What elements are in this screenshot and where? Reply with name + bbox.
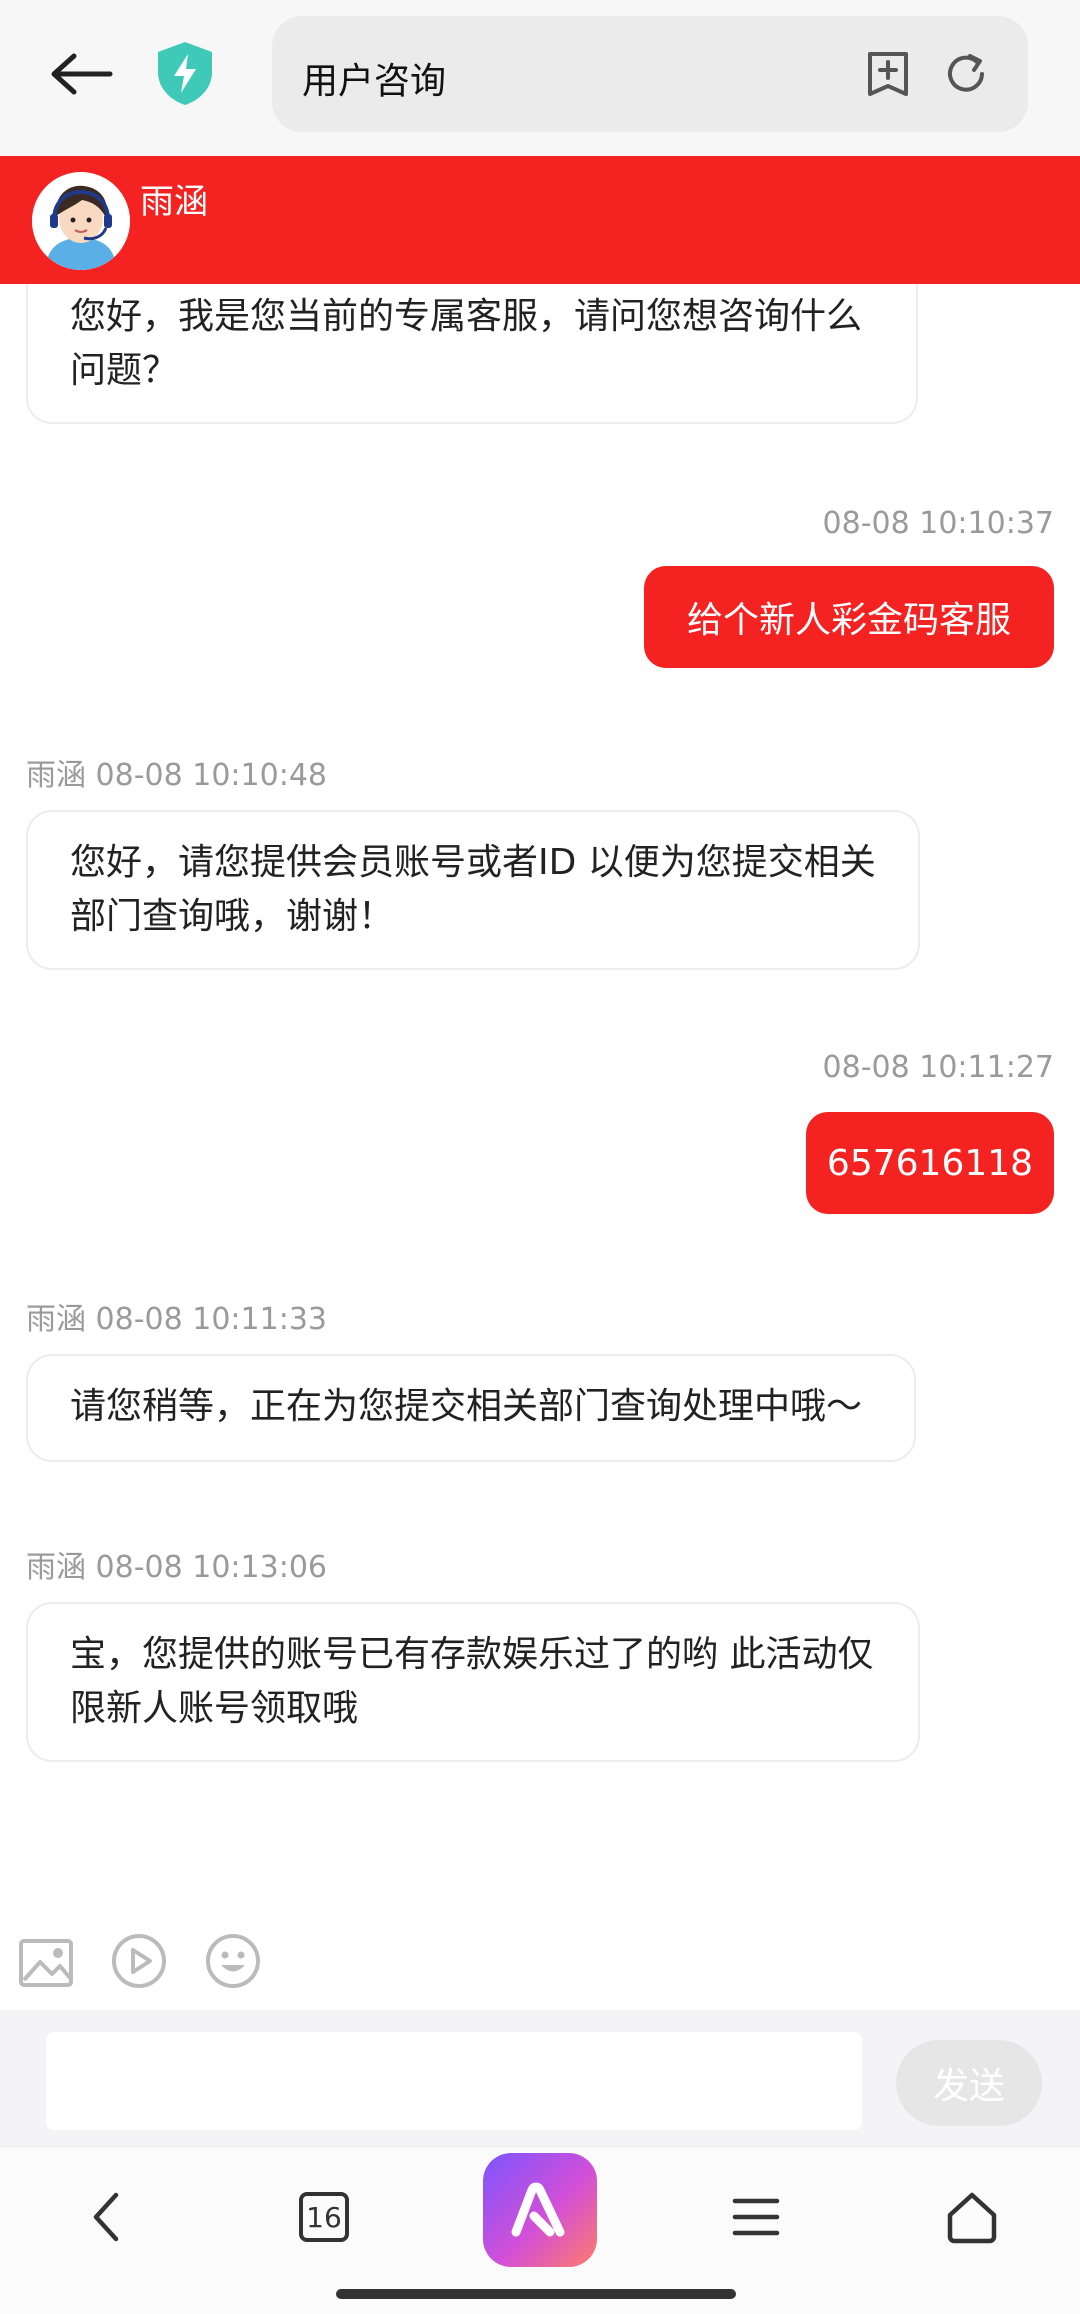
nav-back-icon[interactable] xyxy=(66,2177,146,2257)
user-message: 给个新人彩金码客服 xyxy=(644,566,1054,668)
image-icon[interactable] xyxy=(18,1938,76,1996)
message-list[interactable]: 您好，我是您当前的专属客服，请问您想咨询什么问题？ 08-08 10:10:37… xyxy=(0,284,1080,1924)
message-text: 给个新人彩金码客服 xyxy=(686,600,1011,641)
composer-tools xyxy=(0,1924,1080,2010)
message-timestamp: 08-08 10:11:33 xyxy=(95,1302,327,1337)
agent-avatar xyxy=(32,172,130,270)
message-timestamp: 08-08 10:10:48 xyxy=(95,758,327,793)
add-bookmark-icon[interactable] xyxy=(862,48,914,100)
home-icon[interactable] xyxy=(932,2177,1012,2257)
menu-icon[interactable] xyxy=(716,2177,796,2257)
chat-header: 雨涵 xyxy=(0,156,1080,284)
message-meta: 雨涵 08-08 10:10:48 xyxy=(26,750,327,794)
agent-name: 雨涵 xyxy=(140,182,208,222)
back-arrow-icon[interactable] xyxy=(44,36,120,112)
tab-count: 16 xyxy=(299,2192,349,2242)
refresh-icon[interactable] xyxy=(940,48,992,100)
browser-top-bar: 用户咨询 xyxy=(0,0,1080,156)
send-button[interactable]: 发送 xyxy=(896,2040,1042,2126)
gesture-home-indicator[interactable] xyxy=(336,2289,736,2299)
ai-assistant-button[interactable] xyxy=(483,2153,597,2267)
message-meta: 雨涵 08-08 10:11:33 xyxy=(26,1294,327,1338)
message-timestamp: 08-08 10:11:27 xyxy=(822,1050,1054,1085)
message-composer: 发送 xyxy=(0,2010,1080,2146)
tabs-button[interactable]: 16 xyxy=(284,2177,364,2257)
message-text: 请您稍等，正在为您提交相关部门查询处理中哦～ xyxy=(70,1386,863,1427)
address-bar[interactable]: 用户咨询 xyxy=(272,16,1028,132)
message-input[interactable] xyxy=(46,2032,862,2130)
message-timestamp: 08-08 10:13:06 xyxy=(95,1550,327,1585)
agent-message: 您好，请您提供会员账号或者ID 以便为您提交相关部门查询哦，谢谢！ xyxy=(26,810,920,970)
video-icon[interactable] xyxy=(110,1932,168,1990)
security-shield-icon[interactable] xyxy=(150,38,220,108)
agent-message: 宝，您提供的账号已有存款娱乐过了的哟 此活动仅限新人账号领取哦 xyxy=(26,1602,920,1762)
sender-name: 雨涵 xyxy=(26,758,86,793)
message-text: 宝，您提供的账号已有存款娱乐过了的哟 此活动仅限新人账号领取哦 xyxy=(70,1634,874,1729)
browser-bottom-nav: 16 xyxy=(0,2146,1080,2314)
message-meta: 雨涵 08-08 10:13:06 xyxy=(26,1542,327,1586)
agent-message: 您好，我是您当前的专属客服，请问您想咨询什么问题？ xyxy=(26,284,918,424)
message-text: 您好，请您提供会员账号或者ID 以便为您提交相关部门查询哦，谢谢！ xyxy=(70,842,876,937)
user-message: 657616118 xyxy=(806,1112,1054,1214)
message-text: 657616118 xyxy=(826,1142,1034,1184)
page-title: 用户咨询 xyxy=(302,61,447,102)
message-timestamp: 08-08 10:10:37 xyxy=(822,506,1054,541)
agent-message: 请您稍等，正在为您提交相关部门查询处理中哦～ xyxy=(26,1354,916,1462)
sender-name: 雨涵 xyxy=(26,1302,86,1337)
sender-name: 雨涵 xyxy=(26,1550,86,1585)
emoji-icon[interactable] xyxy=(204,1932,262,1990)
message-text: 您好，我是您当前的专属客服，请问您想咨询什么问题？ xyxy=(70,296,863,391)
